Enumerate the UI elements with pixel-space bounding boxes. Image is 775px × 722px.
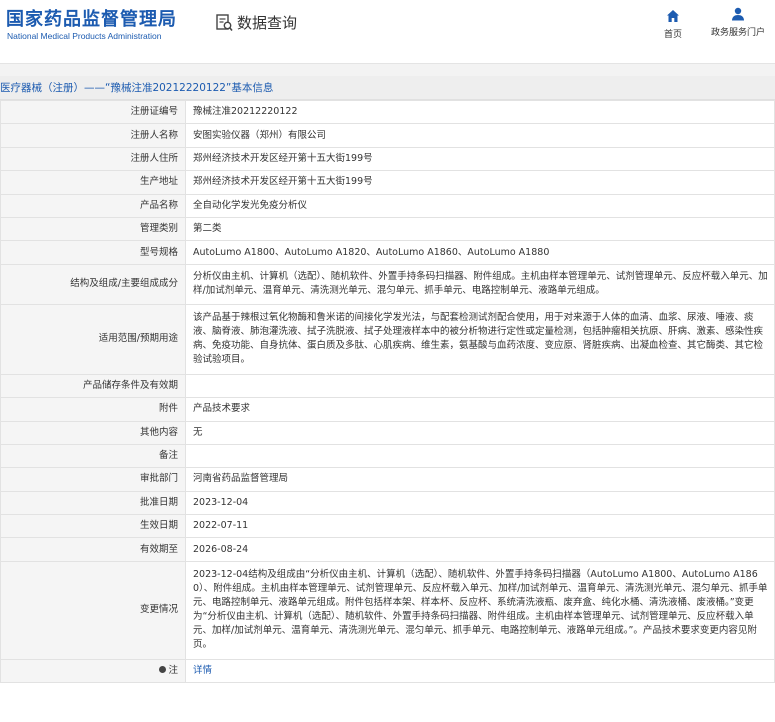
row-value: 该产品基于辣根过氧化物酶和鲁米诺的间接化学发光法，与配套检测试剂配合使用，用于对…	[185, 303, 775, 375]
row-label: 注册人名称	[0, 123, 186, 148]
table-row: 审批部门 河南省药品监督管理局	[0, 467, 775, 492]
note-label-cell: 注	[0, 658, 186, 684]
table-row: 注册证编号 豫械注准20212220122	[0, 99, 775, 125]
top-nav: 首页 政务服务门户	[664, 6, 775, 40]
note-label: 注	[168, 665, 178, 677]
data-query-title: 数据查询	[216, 12, 297, 33]
row-value: 安图实验仪器（郑州）有限公司	[185, 123, 775, 148]
row-value	[185, 373, 775, 399]
row-value	[185, 443, 775, 469]
table-row: 批准日期 2023-12-04	[0, 490, 775, 516]
row-value: 产品技术要求	[185, 397, 775, 422]
site-logo-en[interactable]: National Medical Products Administration	[7, 31, 162, 41]
pin-icon	[159, 666, 167, 674]
row-value: 全自动化学发光免疫分析仪	[185, 193, 775, 218]
row-value: 郑州经济技术开发区经开第十五大街199号	[185, 146, 775, 172]
row-label: 注册证编号	[0, 99, 186, 125]
table-row: 管理类别 第二类	[0, 216, 775, 242]
row-value: 2023-12-04	[185, 490, 775, 516]
row-label: 产品名称	[0, 193, 186, 218]
row-value: 分析仪由主机、计算机（选配）、随机软件、外置手持条码扫描器、附件组成。主机由样本…	[185, 263, 775, 305]
page-title: 数据查询	[237, 14, 298, 32]
table-row: 备注	[0, 443, 775, 469]
row-label: 注册人住所	[0, 146, 186, 172]
row-label: 生效日期	[0, 514, 186, 539]
row-label: 适用范围/预期用途	[0, 303, 186, 375]
table-row: 有效期至 2026-08-24	[0, 537, 775, 562]
row-label: 型号规格	[0, 240, 186, 265]
nav-service-label: 政务服务门户	[710, 28, 765, 38]
user-icon	[731, 7, 744, 21]
row-value: AutoLumo A1800、AutoLumo A1820、AutoLumo A…	[185, 240, 775, 265]
row-label: 产品储存条件及有效期	[0, 373, 186, 399]
header-gap	[0, 64, 775, 76]
nav-home-link[interactable]: 首页	[664, 9, 682, 40]
row-value: 2026-08-24	[185, 537, 775, 562]
note-value-cell: 详情	[185, 658, 775, 684]
row-label: 批准日期	[0, 490, 186, 516]
row-label: 生产地址	[0, 170, 186, 195]
row-value: 2023-12-04结构及组成由“分析仪由主机、计算机（选配）、随机软件、外置手…	[185, 560, 775, 660]
table-row: 附件 产品技术要求	[0, 397, 775, 422]
table-row: 变更情况 2023-12-04结构及组成由“分析仪由主机、计算机（选配）、随机软…	[0, 560, 775, 660]
row-value: 河南省药品监督管理局	[185, 467, 775, 492]
row-label: 其他内容	[0, 420, 186, 445]
row-label: 变更情况	[0, 560, 186, 660]
table-row: 产品名称 全自动化学发光免疫分析仪	[0, 193, 775, 218]
site-header: 国家药品监督管理局 National Medical Products Admi…	[0, 0, 775, 64]
table-row: 注 详情	[0, 658, 775, 684]
row-value: 郑州经济技术开发区经开第十五大街199号	[185, 170, 775, 195]
table-row: 适用范围/预期用途 该产品基于辣根过氧化物酶和鲁米诺的间接化学发光法，与配套检测…	[0, 303, 775, 375]
row-label: 有效期至	[0, 537, 186, 562]
table-row: 注册人名称 安图实验仪器（郑州）有限公司	[0, 123, 775, 148]
table-row: 结构及组成/主要组成成分 分析仪由主机、计算机（选配）、随机软件、外置手持条码扫…	[0, 263, 775, 305]
table-row: 其他内容 无	[0, 420, 775, 445]
table-row: 生产地址 郑州经济技术开发区经开第十五大街199号	[0, 170, 775, 195]
table-row: 注册人住所 郑州经济技术开发区经开第十五大街199号	[0, 146, 775, 172]
table-row: 生效日期 2022-07-11	[0, 514, 775, 539]
nav-home-label: 首页	[663, 30, 682, 40]
row-label: 结构及组成/主要组成成分	[0, 263, 186, 305]
row-label: 备注	[0, 443, 186, 469]
nav-service-portal-link[interactable]: 政务服务门户	[711, 7, 765, 40]
home-icon	[666, 10, 679, 22]
table-row: 型号规格 AutoLumo A1800、AutoLumo A1820、AutoL…	[0, 240, 775, 265]
row-value: 无	[185, 420, 775, 445]
row-value: 2022-07-11	[185, 514, 775, 539]
row-label: 审批部门	[0, 467, 186, 492]
row-value: 第二类	[185, 216, 775, 242]
row-value: 豫械注准20212220122	[185, 99, 775, 125]
table-row: 产品储存条件及有效期	[0, 373, 775, 399]
section-title: 医疗器械（注册）——“豫械注准20212220122”基本信息	[0, 76, 775, 100]
row-label: 管理类别	[0, 216, 186, 242]
row-label: 附件	[0, 397, 186, 422]
registration-info-table: 注册证编号 豫械注准20212220122 注册人名称 安图实验仪器（郑州）有限…	[0, 99, 775, 684]
details-link[interactable]: 详情	[193, 665, 212, 676]
query-document-icon	[216, 13, 233, 31]
site-logo-cn[interactable]: 国家药品监督管理局	[6, 5, 177, 31]
